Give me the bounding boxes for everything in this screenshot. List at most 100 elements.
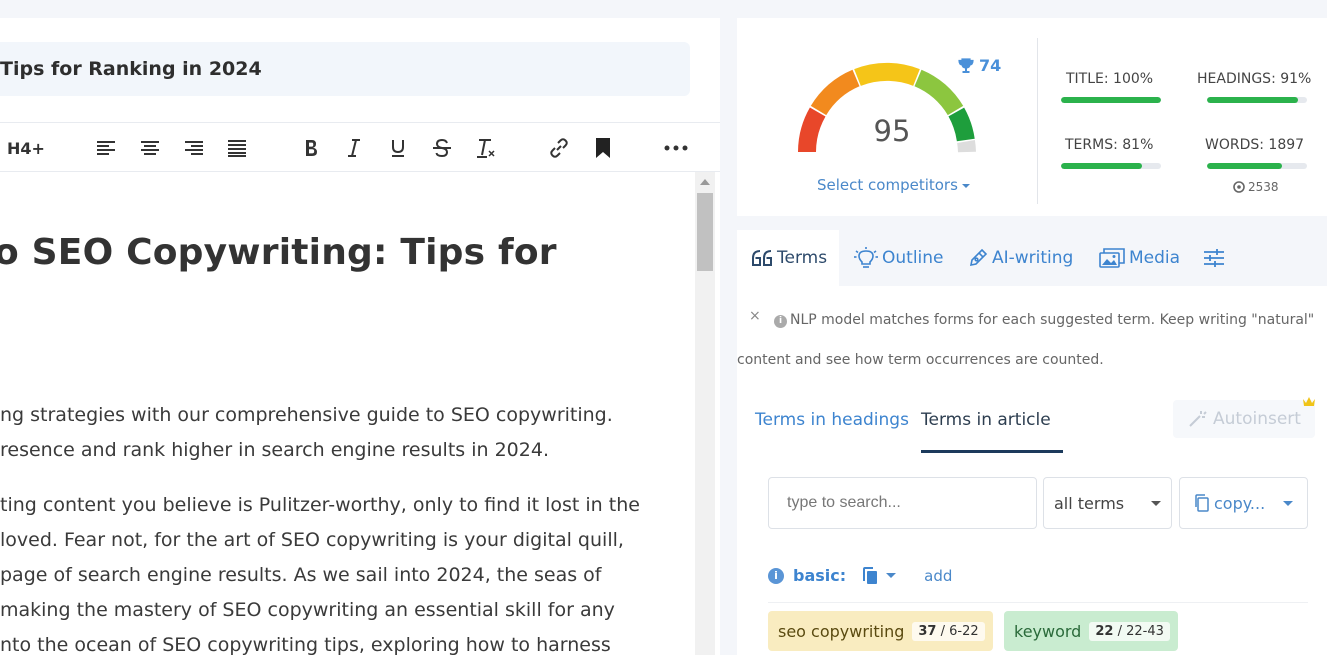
title-progress-bar <box>1061 97 1161 103</box>
term-count-range: 22-43 <box>1126 623 1164 639</box>
editor-toolbar: H4+ <box>0 122 720 172</box>
bookmark-icon[interactable] <box>590 123 616 173</box>
strikethrough-icon[interactable] <box>428 123 456 173</box>
title-field[interactable]: Tips for Ranking in 2024 <box>0 42 690 96</box>
score-value: 95 <box>873 114 911 148</box>
nlp-info-message: i NLP model matches forms for each sugges… <box>737 300 1317 380</box>
basic-label: basic: <box>793 566 847 585</box>
score-panel: 95 74 Select competitors TITLE: 100% HEA… <box>737 18 1327 216</box>
paragraph-line: ng strategies with our comprehensive gui… <box>0 404 613 426</box>
headings-progress-bar <box>1207 97 1307 103</box>
paragraph-line: ting content you believe is Pulitzer-wor… <box>0 494 640 516</box>
basic-copy-dropdown[interactable] <box>862 566 897 585</box>
info-icon: i <box>768 567 784 584</box>
terms-progress-fill <box>1061 163 1142 169</box>
term-chip[interactable]: seo copywriting 37 / 6-22 <box>768 611 993 651</box>
heading-level-button[interactable]: H4+ <box>6 123 46 173</box>
quote-icon <box>752 250 772 266</box>
underline-icon[interactable] <box>386 123 410 173</box>
tabs-bar: Terms Outline AI-writing Media <box>737 230 1327 286</box>
term-filter-value: all terms <box>1054 493 1125 513</box>
crown-icon <box>1302 396 1316 411</box>
image-gallery-icon <box>1099 248 1125 268</box>
scroll-up-arrow-icon[interactable] <box>700 179 710 185</box>
link-icon[interactable] <box>544 123 574 173</box>
nlp-info-text: NLP model matches forms for each suggest… <box>737 312 1315 368</box>
terms-metric-label: TERMS: 81% <box>1065 137 1154 153</box>
term-chip-count: 22 / 22-43 <box>1089 621 1170 641</box>
tab-outline[interactable]: Outline <box>854 230 944 286</box>
align-center-icon[interactable] <box>136 123 164 173</box>
words-progress-fill <box>1207 163 1282 169</box>
subtab-terms-in-headings[interactable]: Terms in headings <box>755 410 909 430</box>
subtab-terms-in-article[interactable]: Terms in article <box>921 410 1051 430</box>
paragraph-line: nto the ocean of SEO copywriting tips, e… <box>0 634 611 655</box>
clear-format-icon[interactable] <box>472 123 500 173</box>
term-count-range: 6-22 <box>949 623 979 639</box>
paragraph-line: making the mastery of SEO copywriting an… <box>0 599 615 621</box>
tab-terms-label: Terms <box>777 248 828 268</box>
align-left-icon[interactable] <box>92 123 120 173</box>
more-options-icon[interactable] <box>660 123 692 173</box>
trophy-value: 74 <box>979 56 1002 75</box>
add-term-link[interactable]: add <box>924 567 952 585</box>
term-chip[interactable]: keyword 22 / 22-43 <box>1004 611 1178 651</box>
tab-media[interactable]: Media <box>1099 230 1180 286</box>
headings-metric-label: HEADINGS: 91% <box>1197 71 1312 87</box>
words-metric-label: WORDS: 1897 <box>1205 137 1305 153</box>
competitor-score: 74 <box>957 56 1001 75</box>
term-chip-label: seo copywriting <box>778 621 905 641</box>
info-icon: i <box>774 315 787 328</box>
title-text: Tips for Ranking in 2024 <box>0 58 262 80</box>
bold-icon[interactable] <box>298 123 324 173</box>
paragraph-line: loved. Fear not, for the art of SEO copy… <box>0 529 624 551</box>
term-chip-label: keyword <box>1014 621 1082 641</box>
title-progress-fill <box>1061 97 1161 103</box>
editor-panel: Tips for Ranking in 2024 H4+ o SEO Copyw… <box>0 18 720 655</box>
target-icon <box>1233 181 1245 193</box>
article-heading: o SEO Copywriting: Tips for <box>0 232 557 273</box>
words-target: 2538 <box>1233 180 1279 194</box>
divider <box>768 602 1308 603</box>
term-search-input[interactable] <box>768 477 1037 529</box>
lightbulb-icon <box>854 247 878 268</box>
tab-terms[interactable]: Terms <box>737 230 840 286</box>
paragraph-line: resence and rank higher in search engine… <box>0 439 549 461</box>
tab-outline-label: Outline <box>882 248 944 268</box>
copy-label: copy... <box>1214 493 1266 513</box>
select-competitors-label: Select competitors <box>817 176 958 194</box>
pen-icon <box>969 248 988 267</box>
active-subtab-indicator <box>921 450 1063 453</box>
chevron-down-icon <box>886 573 897 578</box>
copy-dropdown[interactable]: copy... <box>1179 477 1308 529</box>
term-filter-select[interactable]: all terms <box>1043 477 1172 529</box>
chevron-down-icon <box>1283 500 1293 506</box>
sliders-icon <box>1204 249 1224 267</box>
tab-ai-writing-label: AI-writing <box>992 248 1074 268</box>
copy-icon <box>863 566 878 584</box>
term-chip-count: 37 / 6-22 <box>912 621 985 641</box>
select-competitors-dropdown[interactable]: Select competitors <box>817 176 970 194</box>
chevron-down-icon <box>961 183 970 188</box>
title-metric-label: TITLE: 100% <box>1066 71 1154 87</box>
basic-terms-header: i basic: add <box>768 566 952 585</box>
align-right-icon[interactable] <box>180 123 208 173</box>
scroll-thumb[interactable] <box>697 193 713 271</box>
term-count-current: 22 <box>1095 623 1114 639</box>
divider <box>1037 38 1038 204</box>
editor-scrollbar[interactable] <box>695 172 715 655</box>
trophy-icon <box>958 57 974 73</box>
magic-wand-icon <box>1189 411 1207 427</box>
copy-icon <box>1195 494 1209 512</box>
words-progress-bar <box>1207 163 1307 169</box>
tab-settings[interactable] <box>1203 230 1227 286</box>
autoinsert-button[interactable]: Autoinsert <box>1173 400 1315 438</box>
words-target-value: 2538 <box>1248 180 1279 194</box>
autoinsert-label: Autoinsert <box>1213 409 1301 429</box>
paragraph-line: page of search engine results. As we sai… <box>0 564 602 586</box>
align-justify-icon[interactable] <box>223 123 251 173</box>
document-body[interactable]: o SEO Copywriting: Tips for ng strategie… <box>0 172 695 655</box>
italic-icon[interactable] <box>342 123 366 173</box>
headings-progress-fill <box>1207 97 1298 103</box>
tab-ai-writing[interactable]: AI-writing <box>968 230 1073 286</box>
